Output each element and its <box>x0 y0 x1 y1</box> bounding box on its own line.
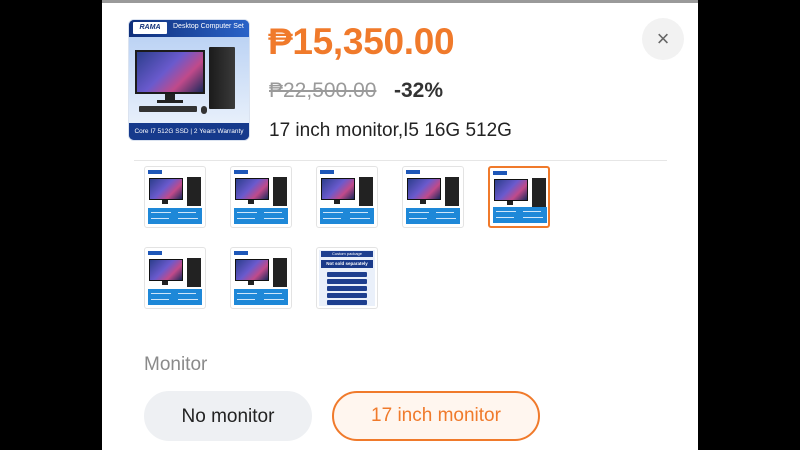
option-no-monitor[interactable]: No monitor <box>144 391 312 441</box>
variant-thumbnail[interactable]: Custom package Not sold separately <box>316 247 378 309</box>
discount-badge: -32% <box>394 79 444 102</box>
custom-package-row <box>327 279 367 284</box>
section-divider <box>134 160 667 161</box>
monitor-base <box>157 100 183 103</box>
close-button[interactable]: × <box>642 18 684 60</box>
selected-variant-text: 17 inch monitor,I5 16G 512G <box>269 120 512 141</box>
monitor-stand <box>248 281 254 285</box>
monitor-icon <box>149 178 183 200</box>
thumb-logo <box>493 171 507 175</box>
thumb-logo <box>234 170 248 174</box>
spec-banner <box>493 207 547 223</box>
thumb-logo <box>320 170 334 174</box>
custom-package-row <box>327 300 367 305</box>
variant-thumbnail[interactable] <box>144 166 206 228</box>
spec-banner <box>148 208 202 224</box>
monitor-icon <box>235 178 269 200</box>
thumb-logo <box>234 251 248 255</box>
monitor-stand <box>162 281 168 285</box>
variant-thumbnail[interactable] <box>488 166 550 228</box>
pc-tower-icon <box>445 177 459 206</box>
variant-thumbnail[interactable] <box>230 247 292 309</box>
monitor-stand <box>162 200 168 204</box>
close-icon: × <box>656 26 670 51</box>
monitor-stand <box>248 200 254 204</box>
monitor-icon <box>407 178 441 200</box>
monitor-icon <box>149 259 183 281</box>
variant-thumbnail[interactable] <box>230 166 292 228</box>
pc-tower-icon <box>359 177 373 206</box>
image-footer-text: Core I7 512G SSD | 2 Years Warranty <box>129 123 249 140</box>
mouse-icon <box>201 106 207 114</box>
variant-thumbnail[interactable] <box>144 247 206 309</box>
monitor-icon <box>135 50 205 94</box>
spec-banner <box>148 289 202 305</box>
sku-selector-panel: RAMA Desktop Computer Set Core I7 512G S… <box>102 0 698 450</box>
option-17-inch-monitor[interactable]: 17 inch monitor <box>332 391 540 441</box>
spec-banner <box>234 208 288 224</box>
monitor-icon <box>235 259 269 281</box>
thumb-logo <box>148 170 162 174</box>
monitor-stand <box>334 200 340 204</box>
monitor-section-label: Monitor <box>144 354 208 375</box>
pc-tower-icon <box>187 258 201 287</box>
keyboard-icon <box>139 106 197 112</box>
product-main-image[interactable]: RAMA Desktop Computer Set Core I7 512G S… <box>128 19 250 141</box>
monitor-stand <box>507 201 513 205</box>
spec-banner <box>406 208 460 224</box>
custom-package-title: Custom package <box>321 251 373 257</box>
brand-logo-text: RAMA <box>139 24 161 31</box>
custom-package-banner: Not sold separately <box>321 260 373 268</box>
thumb-logo <box>406 170 420 174</box>
image-header-title: Desktop Computer Set <box>173 23 244 30</box>
variant-thumbnail[interactable] <box>402 166 464 228</box>
current-price: ₱15,350.00 <box>268 21 455 62</box>
monitor-icon <box>494 179 528 201</box>
custom-package-row <box>327 272 367 277</box>
variant-thumbnail[interactable] <box>316 166 378 228</box>
pc-tower-icon <box>187 177 201 206</box>
pc-tower-icon <box>532 178 546 207</box>
top-divider <box>102 0 698 3</box>
thumb-logo <box>148 251 162 255</box>
monitor-icon <box>321 178 355 200</box>
custom-package-row <box>327 293 367 298</box>
spec-banner <box>320 208 374 224</box>
pc-tower-icon <box>273 177 287 206</box>
original-price: ₱22,500.00 <box>269 79 377 102</box>
custom-package-row <box>327 286 367 291</box>
brand-logo: RAMA <box>133 22 167 34</box>
pc-tower-icon <box>273 258 287 287</box>
spec-banner <box>234 289 288 305</box>
monitor-stand <box>420 200 426 204</box>
pc-tower-icon <box>209 47 235 109</box>
